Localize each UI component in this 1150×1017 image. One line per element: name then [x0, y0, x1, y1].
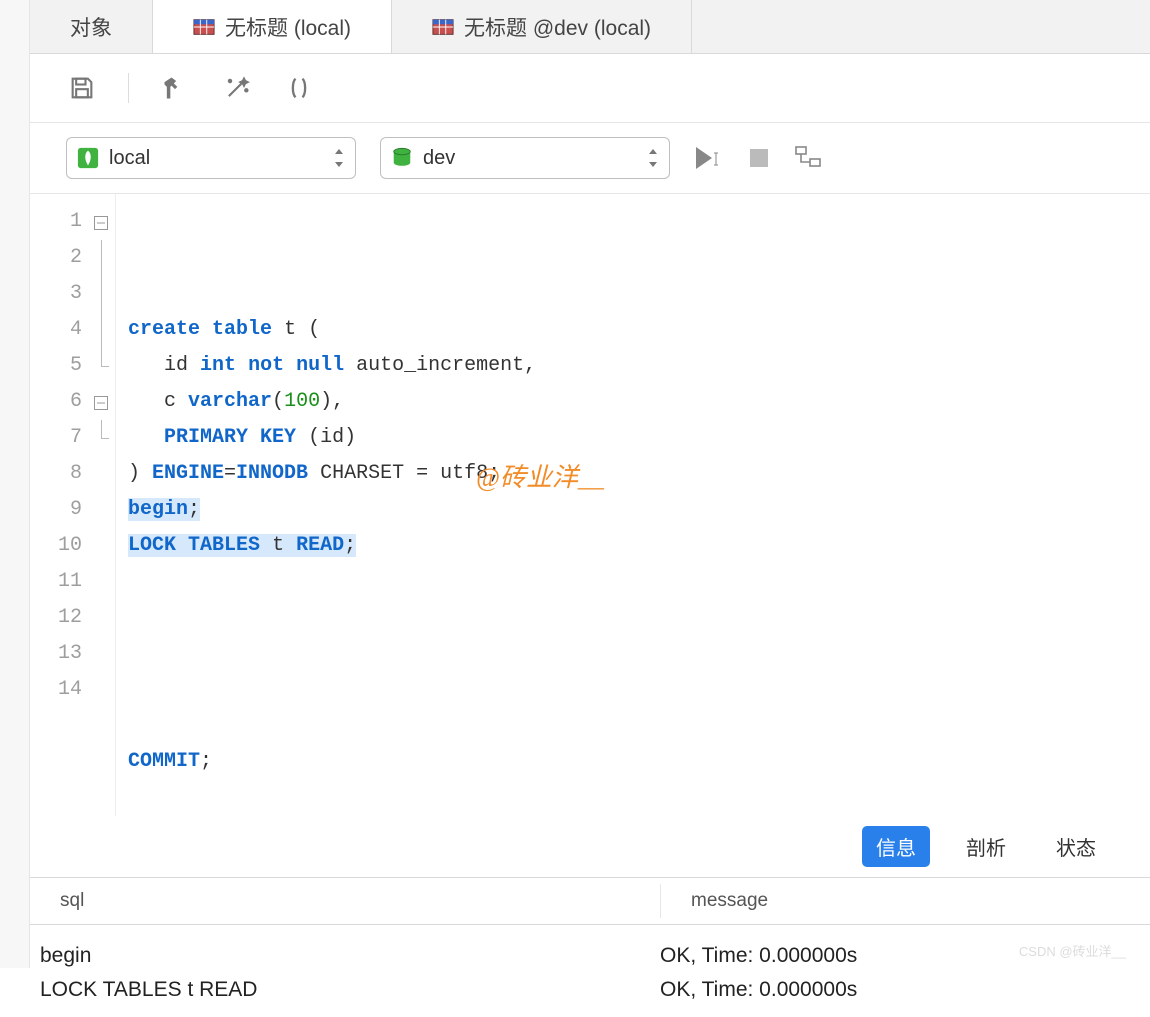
result-rows: beginOK, Time: 0.000000sLOCK TABLES t RE…: [30, 925, 1150, 1017]
query-grid-icon: [193, 16, 215, 38]
code-line: [128, 600, 1150, 636]
line-number: 7: [30, 420, 82, 456]
tab-untitled-local[interactable]: 无标题 (local): [153, 0, 392, 53]
code-line: COMMIT;: [128, 744, 1150, 780]
result-header-sql: sql: [30, 884, 660, 918]
line-number: 2: [30, 240, 82, 276]
code-line: [128, 708, 1150, 744]
query-grid-icon: [432, 16, 454, 38]
line-number: 10: [30, 528, 82, 564]
line-number: 6: [30, 384, 82, 420]
result-header-message: message: [660, 884, 1150, 918]
connection-bar: local dev: [30, 123, 1150, 193]
leaf-icon: [77, 147, 99, 169]
code-line: [128, 780, 1150, 816]
tab-objects[interactable]: 对象: [30, 0, 153, 53]
fold-gutter: [90, 194, 116, 816]
result-cell-sql: LOCK TABLES t READ: [30, 973, 660, 1007]
toolbar-divider: [128, 73, 129, 103]
run-icon[interactable]: [694, 145, 724, 171]
line-number-gutter: 1234567891011121314: [30, 194, 90, 816]
stop-icon[interactable]: [748, 147, 770, 169]
line-number: 4: [30, 312, 82, 348]
result-tab[interactable]: 剖析: [952, 826, 1020, 867]
document-tabs: 对象 无标题 (local) 无标题 @dev (local): [30, 0, 1150, 54]
left-gutter-strip: [0, 0, 30, 968]
code-line: LOCK TABLES t READ;: [128, 528, 1150, 564]
database-selector[interactable]: dev: [380, 137, 670, 179]
chevron-updown-icon: [647, 149, 659, 167]
line-number: 5: [30, 348, 82, 384]
connection-selector[interactable]: local: [66, 137, 356, 179]
result-table-header: sql message: [30, 877, 1150, 925]
line-number: 11: [30, 564, 82, 600]
line-number: 3: [30, 276, 82, 312]
code-line: PRIMARY KEY (id): [128, 420, 1150, 456]
database-icon: [391, 147, 413, 169]
parentheses-icon[interactable]: [283, 72, 315, 104]
result-cell-message: OK, Time: 0.000000s: [660, 973, 1150, 1007]
line-number: 9: [30, 492, 82, 528]
database-label: dev: [423, 147, 455, 170]
code-line: [128, 636, 1150, 672]
tab-label: 对象: [70, 12, 112, 42]
toolbar: [30, 54, 1150, 123]
explain-plan-icon[interactable]: [794, 145, 822, 171]
code-line: id int not null auto_increment,: [128, 348, 1150, 384]
sql-editor[interactable]: 1234567891011121314 @砖业洋__ create table …: [30, 193, 1150, 816]
chevron-updown-icon: [333, 149, 345, 167]
code-area[interactable]: @砖业洋__ create table t ( id int not null …: [116, 194, 1150, 816]
line-number: 12: [30, 600, 82, 636]
line-number: 13: [30, 636, 82, 672]
result-tab[interactable]: 信息: [862, 826, 930, 867]
line-number: 8: [30, 456, 82, 492]
code-line: create table t (: [128, 312, 1150, 348]
code-line: begin;: [128, 492, 1150, 528]
code-line: [128, 672, 1150, 708]
line-number: 14: [30, 672, 82, 708]
result-row[interactable]: LOCK TABLES t READOK, Time: 0.000000s: [30, 973, 1150, 1007]
code-line: c varchar(100),: [128, 384, 1150, 420]
hammer-icon[interactable]: [159, 72, 191, 104]
result-tabs: 信息剖析状态: [30, 816, 1150, 877]
line-number: 1: [30, 204, 82, 240]
tab-untitled-dev-local[interactable]: 无标题 @dev (local): [392, 0, 692, 53]
footer-watermark: CSDN @砖业洋__: [1019, 941, 1126, 960]
tab-label: 无标题 @dev (local): [464, 12, 651, 42]
connection-label: local: [109, 147, 150, 170]
result-tab[interactable]: 状态: [1042, 826, 1110, 867]
code-line: ) ENGINE=INNODB CHARSET = utf8;: [128, 456, 1150, 492]
code-line: [128, 564, 1150, 600]
tab-label: 无标题 (local): [225, 12, 351, 42]
save-icon[interactable]: [66, 72, 98, 104]
wand-icon[interactable]: [221, 72, 253, 104]
